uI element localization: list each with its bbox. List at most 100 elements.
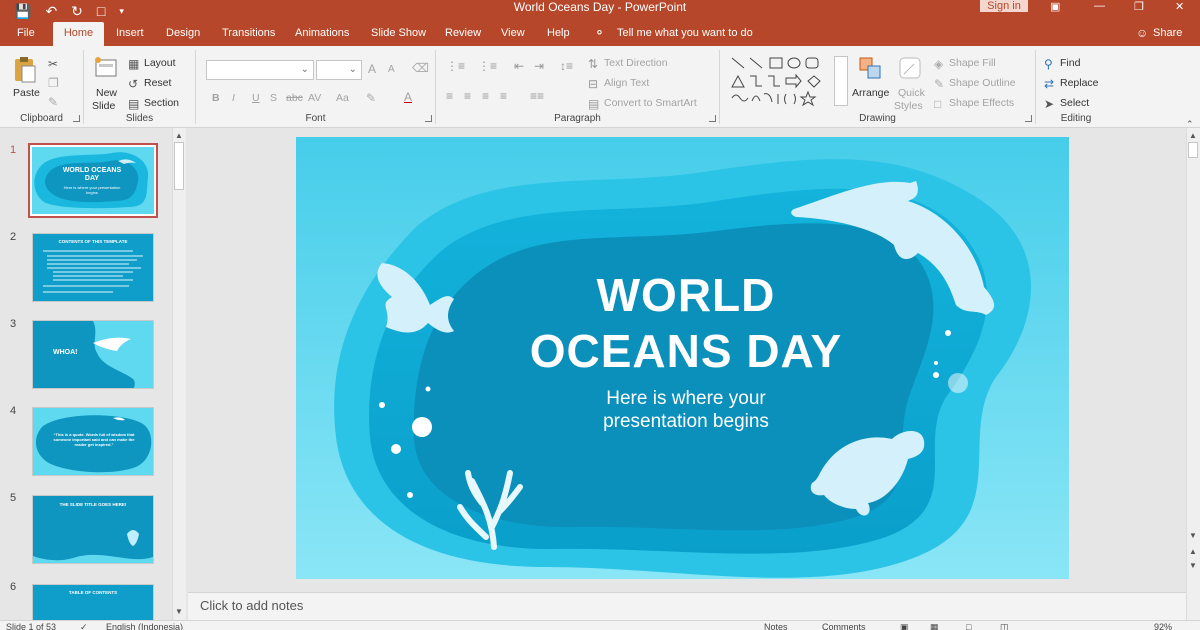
strikethrough-button[interactable]: abc bbox=[286, 92, 303, 104]
slide-thumbnail-6[interactable]: TABLE OF CONTENTS bbox=[32, 584, 154, 620]
new-slide-button-line2[interactable]: Slide bbox=[92, 100, 115, 112]
align-right-icon[interactable]: ≡ bbox=[482, 90, 489, 102]
tab-design[interactable]: Design bbox=[166, 22, 200, 46]
text-shadow-button[interactable]: S bbox=[270, 92, 277, 104]
tab-file[interactable]: File bbox=[17, 22, 35, 46]
share-button[interactable]: Share bbox=[1153, 22, 1182, 46]
editor-scroll-down-icon[interactable]: ▼ bbox=[1189, 530, 1197, 542]
new-slide-button-line1[interactable]: New bbox=[96, 87, 117, 99]
slide-canvas[interactable]: WORLD OCEANS DAY Here is where your pres… bbox=[296, 137, 1069, 579]
quick-styles-icon[interactable] bbox=[898, 56, 924, 82]
font-dialog-launcher-icon[interactable] bbox=[425, 115, 432, 122]
shape-effects-button[interactable]: Shape Effects bbox=[949, 97, 1014, 109]
slide-title[interactable]: WORLD OCEANS DAY bbox=[466, 267, 906, 379]
text-direction-button[interactable]: Text Direction bbox=[604, 57, 668, 69]
slide-thumbnail-5[interactable]: THE SLIDE TITLE GOES HERE! bbox=[32, 495, 154, 564]
shapes-gallery-scroll[interactable] bbox=[834, 56, 848, 106]
font-size-combo[interactable]: ⌄ bbox=[316, 60, 362, 80]
replace-button[interactable]: Replace bbox=[1060, 77, 1099, 89]
arrange-icon[interactable] bbox=[858, 56, 884, 82]
paste-button[interactable]: Paste bbox=[13, 87, 40, 99]
highlight-icon[interactable]: ✎ bbox=[366, 92, 376, 104]
comments-toggle[interactable]: Comments bbox=[822, 622, 866, 630]
underline-button[interactable]: U bbox=[252, 92, 260, 104]
notes-pane[interactable]: Click to add notes bbox=[188, 592, 1186, 620]
language-indicator[interactable]: English (Indonesia) bbox=[106, 622, 183, 630]
drawing-dialog-launcher-icon[interactable] bbox=[1025, 115, 1032, 122]
slide-thumbnail-4[interactable]: “This is a quote. Words full of wisdom t… bbox=[32, 407, 154, 476]
editor-scroll-up-icon[interactable]: ▲ bbox=[1189, 130, 1197, 142]
spelling-icon[interactable]: ✓ bbox=[80, 622, 88, 630]
editor-scrollbar[interactable]: ▲ ▼ ▲ ▼ bbox=[1186, 128, 1200, 620]
thumbnail-scroll-thumb[interactable] bbox=[174, 142, 184, 190]
bold-button[interactable]: B bbox=[212, 92, 220, 104]
italic-button[interactable]: I bbox=[232, 92, 235, 104]
columns-icon[interactable]: ≡≡ bbox=[530, 90, 544, 102]
align-center-icon[interactable]: ≡ bbox=[464, 90, 471, 102]
align-left-icon[interactable]: ≡ bbox=[446, 90, 453, 102]
select-button[interactable]: Select bbox=[1060, 97, 1089, 109]
tab-animations[interactable]: Animations bbox=[295, 22, 349, 46]
slide-thumbnail-2[interactable]: CONTENTS OF THIS TEMPLATE bbox=[32, 233, 154, 302]
convert-to-smartart-button[interactable]: Convert to SmartArt bbox=[604, 97, 697, 109]
slide-thumbnail-1[interactable]: WORLD OCEANS DAY Here is where your pres… bbox=[28, 143, 158, 218]
clear-formatting-icon[interactable]: ⌫ bbox=[412, 62, 429, 74]
tab-view[interactable]: View bbox=[501, 22, 525, 46]
increase-indent-icon[interactable]: ⇥ bbox=[534, 60, 544, 72]
tab-review[interactable]: Review bbox=[445, 22, 481, 46]
sign-in-button[interactable]: Sign in bbox=[980, 0, 1028, 12]
format-painter-icon[interactable]: ✎ bbox=[48, 96, 58, 108]
slide-sorter-icon[interactable]: ▦ bbox=[930, 622, 939, 630]
character-spacing-button[interactable]: AV bbox=[308, 92, 321, 104]
shrink-font-button[interactable]: A bbox=[388, 64, 395, 75]
shape-outline-button[interactable]: Shape Outline bbox=[949, 77, 1016, 89]
decrease-indent-icon[interactable]: ⇤ bbox=[514, 60, 524, 72]
tab-insert[interactable]: Insert bbox=[116, 22, 144, 46]
shape-fill-button[interactable]: Shape Fill bbox=[949, 57, 996, 69]
thumbnail-scrollbar[interactable]: ▲ ▼ bbox=[172, 128, 186, 620]
tab-slide-show[interactable]: Slide Show bbox=[371, 22, 426, 46]
next-slide-icon[interactable]: ▼ bbox=[1189, 560, 1197, 572]
slideshow-view-icon[interactable]: ◫ bbox=[1000, 622, 1009, 630]
close-icon[interactable]: ✕ bbox=[1175, 0, 1184, 13]
grow-font-button[interactable]: A bbox=[368, 62, 376, 76]
arrange-button[interactable]: Arrange bbox=[852, 87, 889, 99]
tab-home[interactable]: Home bbox=[53, 22, 104, 46]
normal-view-icon[interactable]: ▣ bbox=[900, 622, 909, 630]
previous-slide-icon[interactable]: ▲ bbox=[1189, 546, 1197, 558]
ribbon-display-options-icon[interactable]: ▣ bbox=[1050, 0, 1060, 13]
line-spacing-icon[interactable]: ↕≡ bbox=[560, 60, 573, 72]
minimize-icon[interactable]: — bbox=[1094, 0, 1105, 12]
section-button[interactable]: Section bbox=[144, 97, 179, 109]
paragraph-dialog-launcher-icon[interactable] bbox=[709, 115, 716, 122]
reset-button[interactable]: Reset bbox=[144, 77, 171, 89]
numbering-icon[interactable]: ⋮≡ bbox=[478, 60, 497, 72]
cut-icon[interactable]: ✂ bbox=[48, 58, 58, 70]
scroll-up-icon[interactable]: ▲ bbox=[175, 130, 183, 142]
tab-transitions[interactable]: Transitions bbox=[222, 22, 275, 46]
change-case-button[interactable]: Aa bbox=[336, 92, 349, 104]
tell-me-search[interactable]: Tell me what you want to do bbox=[617, 22, 753, 46]
slide-thumbnail-3[interactable]: WHOA! bbox=[32, 320, 154, 389]
shapes-gallery[interactable] bbox=[728, 54, 840, 108]
clipboard-dialog-launcher-icon[interactable] bbox=[73, 115, 80, 122]
font-name-combo[interactable]: ⌄ bbox=[206, 60, 314, 80]
bullets-icon[interactable]: ⋮≡ bbox=[446, 60, 465, 72]
slide-subtitle[interactable]: Here is where your presentation begins bbox=[506, 387, 866, 433]
align-text-button[interactable]: Align Text bbox=[604, 77, 649, 89]
find-button[interactable]: Find bbox=[1060, 57, 1080, 69]
font-color-button[interactable]: A bbox=[404, 90, 412, 104]
zoom-level[interactable]: 92% bbox=[1154, 622, 1172, 630]
quick-styles-button-line1[interactable]: Quick bbox=[898, 87, 925, 99]
scroll-down-icon[interactable]: ▼ bbox=[175, 606, 183, 618]
restore-icon[interactable]: ❐ bbox=[1134, 0, 1144, 13]
new-slide-icon[interactable] bbox=[94, 56, 118, 80]
layout-button[interactable]: Layout bbox=[144, 57, 176, 69]
copy-icon[interactable]: ❐ bbox=[48, 77, 59, 89]
justify-icon[interactable]: ≡ bbox=[500, 90, 507, 102]
paste-icon[interactable] bbox=[13, 56, 37, 84]
tab-help[interactable]: Help bbox=[547, 22, 570, 46]
reading-view-icon[interactable]: □ bbox=[966, 622, 971, 630]
notes-toggle[interactable]: Notes bbox=[764, 622, 788, 630]
editor-scroll-thumb[interactable] bbox=[1188, 142, 1198, 158]
